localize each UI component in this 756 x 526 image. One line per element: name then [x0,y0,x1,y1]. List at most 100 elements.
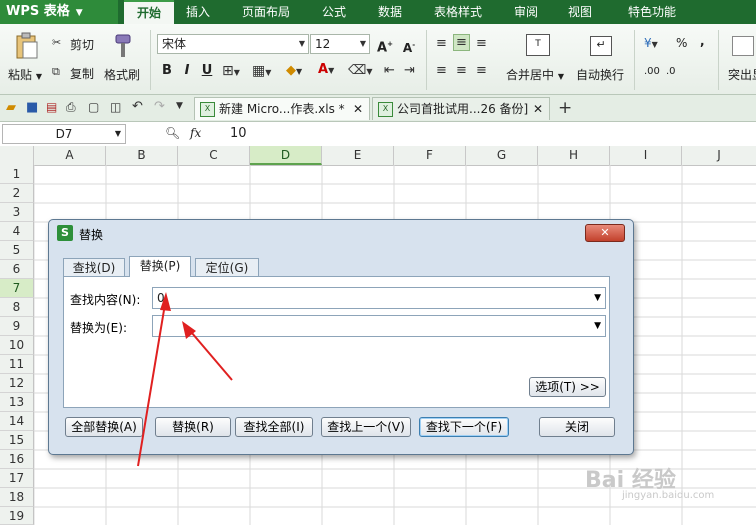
indent-increase-icon[interactable]: ⇥ [404,63,415,78]
column-header[interactable]: I [610,146,682,165]
options-button[interactable]: 选项(T) >> [529,377,606,397]
replace-input[interactable]: ▼ [152,315,606,337]
borders-icon[interactable]: ⊞▼ [222,63,240,79]
customize-toolbar-icon[interactable]: ▼ [176,101,183,111]
print-preview-icon[interactable]: ▢ [88,100,99,114]
new-tab-icon[interactable]: + [558,98,572,118]
replace-button[interactable]: 替换(R) [155,417,231,437]
wrap-text-icon[interactable]: ↵ [590,36,612,56]
align-middle-icon[interactable]: ≡ [453,34,470,51]
row-header[interactable]: 12 [0,374,34,393]
chevron-down-icon[interactable]: ▼ [594,316,601,336]
tab-view[interactable]: 视图 [558,0,602,24]
find-previous-button[interactable]: 查找上一个(V) [321,417,411,437]
row-header[interactable]: 9 [0,317,34,336]
font-size-select[interactable]: 12 ▼ [310,34,370,54]
tab-replace[interactable]: 替换(P) [129,256,191,277]
tab-formulas[interactable]: 公式 [312,0,356,24]
find-next-button[interactable]: 查找下一个(F) [419,417,509,437]
clear-format-icon[interactable]: ⌫▼ [348,63,373,78]
font-name-select[interactable]: 宋体 ▼ [157,34,309,54]
italic-button[interactable]: I [178,62,196,80]
name-box[interactable]: D7 ▼ [2,124,126,144]
export-pdf-icon[interactable]: ▤ [46,100,57,114]
column-header[interactable]: F [394,146,466,165]
tab-special-features[interactable]: 特色功能 [618,0,686,24]
zoom-search-icon[interactable]: 🔍︎ [165,126,180,140]
row-header[interactable]: 10 [0,336,34,355]
doc-tab-active[interactable]: X 新建 Micro...作表.xls * ✕ [194,97,370,120]
redo-icon[interactable]: ↷ [154,99,165,114]
row-header[interactable]: 6 [0,260,34,279]
spell-check-icon[interactable]: ◫ [110,100,121,114]
tab-home[interactable]: 开始 [124,0,174,24]
align-top-icon[interactable]: ≡ [436,36,447,51]
dialog-close-icon[interactable]: ✕ [585,224,625,242]
align-bottom-icon[interactable]: ≡ [476,36,487,51]
column-header[interactable]: A [34,146,106,165]
undo-icon[interactable]: ↶ [132,99,143,114]
tab-insert[interactable]: 插入 [176,0,220,24]
align-right-icon[interactable]: ≡ [476,63,487,78]
format-painter-icon[interactable] [112,33,134,59]
row-header[interactable]: 17 [0,469,34,488]
paste-button[interactable]: 粘贴 ▼ [8,66,42,83]
column-header[interactable]: C [178,146,250,165]
column-header[interactable]: B [106,146,178,165]
column-header[interactable]: J [682,146,756,165]
open-folder-icon[interactable]: ▰ [6,100,16,115]
comma-button[interactable]: , [700,34,705,48]
decrease-font-icon[interactable]: A- [400,36,418,55]
dialog-title-bar[interactable]: S 替换 [57,225,103,243]
column-header[interactable]: G [466,146,538,165]
replace-all-button[interactable]: 全部替换(A) [65,417,143,437]
paste-icon[interactable] [14,32,40,60]
fx-icon[interactable]: fx [190,126,201,140]
row-header[interactable]: 3 [0,203,34,222]
row-header[interactable]: 2 [0,184,34,203]
cell-style-icon[interactable]: ▦▼ [252,63,271,79]
auto-wrap-button[interactable]: 自动换行 [576,66,624,83]
close-tab-icon[interactable]: ✕ [533,98,543,120]
row-header-selected[interactable]: 7 [0,279,34,298]
chevron-down-icon[interactable]: ▼ [594,288,601,308]
underline-button[interactable]: U [198,62,216,80]
tab-find[interactable]: 查找(D) [63,258,125,277]
row-header[interactable]: 18 [0,488,34,507]
copy-button[interactable]: 复制 [70,65,94,82]
column-header[interactable]: H [538,146,610,165]
row-header[interactable]: 8 [0,298,34,317]
close-tab-icon[interactable]: ✕ [353,98,363,120]
row-header[interactable]: 15 [0,431,34,450]
increase-font-icon[interactable]: A+ [376,35,394,55]
tab-goto[interactable]: 定位(G) [195,258,259,277]
select-all-corner[interactable] [0,146,34,165]
percent-button[interactable]: % [676,36,687,50]
row-header[interactable]: 14 [0,412,34,431]
find-all-button[interactable]: 查找全部(I) [235,417,313,437]
font-color-icon[interactable]: A▼ [318,62,334,77]
column-header[interactable]: E [322,146,394,165]
row-header[interactable]: 19 [0,507,34,525]
highlight-button[interactable]: 突出显 [728,66,756,83]
wps-app-menu[interactable]: WPS 表格 ▼ [0,0,118,24]
row-header[interactable]: 13 [0,393,34,412]
doc-tab[interactable]: X 公司首批试用...26 备份] ✕ [372,97,550,120]
row-header[interactable]: 4 [0,222,34,241]
find-input[interactable]: 0 ▼ [152,287,606,309]
cut-button[interactable]: 剪切 [70,36,94,53]
close-button[interactable]: 关闭 [539,417,615,437]
bold-button[interactable]: B [158,62,176,80]
indent-decrease-icon[interactable]: ⇤ [384,63,395,78]
increase-decimal-button[interactable]: .00 [644,66,660,77]
row-header[interactable]: 11 [0,355,34,374]
tab-page-layout[interactable]: 页面布局 [234,0,298,24]
conditional-format-icon[interactable] [732,36,754,56]
decrease-decimal-button[interactable]: .0 [666,66,676,77]
merge-center-icon[interactable]: T [526,34,550,56]
row-header[interactable]: 1 [0,165,34,184]
fill-color-icon[interactable]: ◆▼ [286,63,302,78]
currency-icon[interactable]: ¥▼ [644,36,658,50]
merge-center-button[interactable]: 合并居中 ▼ [506,66,564,83]
print-icon[interactable]: ⎙ [66,100,76,115]
